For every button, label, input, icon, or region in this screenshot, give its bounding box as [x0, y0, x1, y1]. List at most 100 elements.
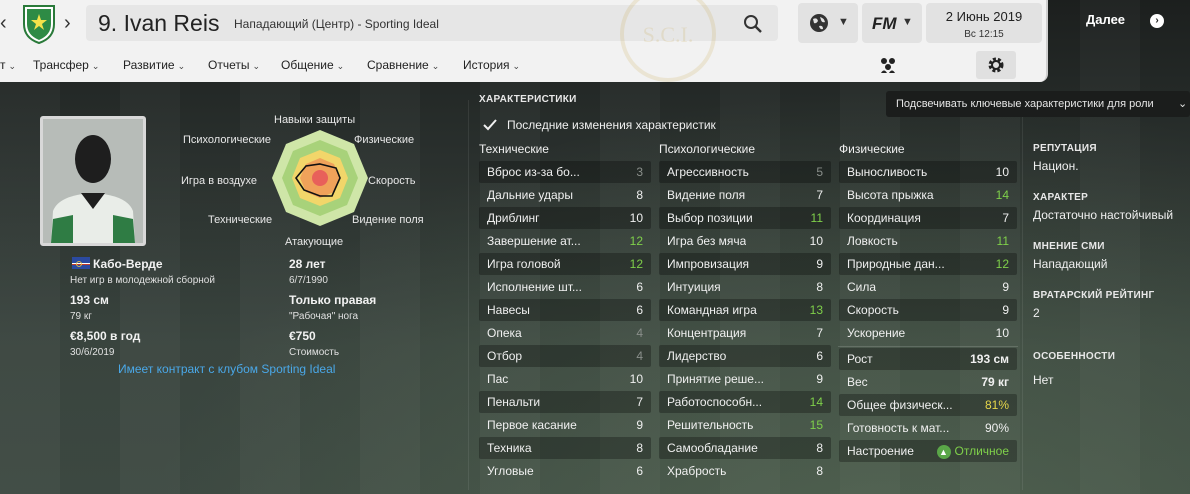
continue-button[interactable]: Далее › — [1086, 12, 1176, 36]
mental-attribute-row[interactable]: Лидерство 6 — [659, 345, 831, 367]
attribute-name: Готовность к мат... — [847, 421, 950, 435]
mental-attribute-row[interactable]: Храбрость 8 — [659, 460, 831, 482]
menu-item-reports[interactable]: Отчеты ⌄ — [208, 58, 260, 72]
physical-attribute-row[interactable]: Природные дан... 12 — [839, 253, 1017, 275]
menu-item-development[interactable]: Развитие ⌄ — [123, 58, 185, 72]
technical-attribute-row[interactable]: Отбор 4 — [479, 345, 651, 367]
attribute-value: 10 — [809, 234, 823, 248]
technical-attribute-row[interactable]: Исполнение шт... 6 — [479, 276, 651, 298]
attribute-value: 12 — [629, 257, 643, 271]
preferred-foot: Только правая — [289, 293, 377, 307]
technical-attribute-row[interactable]: Дриблинг 10 — [479, 207, 651, 229]
nationality[interactable]: Кабо-Верде — [93, 257, 163, 271]
attribute-value: 5 — [816, 165, 823, 179]
club-crest-icon[interactable] — [20, 2, 58, 45]
highlight-role-dropdown[interactable]: Подсвечивать ключевые характеристики для… — [886, 91, 1190, 117]
mental-attribute-row[interactable]: Видение поля 7 — [659, 184, 831, 206]
attribute-value: 8 — [816, 280, 823, 294]
attribute-name: Командная игра — [667, 303, 757, 317]
header-row: ‹ › 9. Ivan Reis Нападающий (Центр) - Sp… — [0, 0, 1048, 82]
physical-attribute-row[interactable]: Сила 9 — [839, 276, 1017, 298]
current-time: Вс 12:15 — [964, 29, 1004, 40]
globe-menu-button[interactable]: ▼ — [798, 3, 858, 43]
technical-attribute-row[interactable]: Завершение ат... 12 — [479, 230, 651, 252]
attribute-name: Пас — [487, 372, 509, 386]
attributes-title: ХАРАКТЕРИСТИКИ — [479, 94, 577, 105]
technical-attribute-row[interactable]: Пенальти 7 — [479, 391, 651, 413]
menu-item-interaction[interactable]: Общение ⌄ — [281, 58, 344, 72]
technical-attribute-row[interactable]: Дальние удары 8 — [479, 184, 651, 206]
mental-attribute-row[interactable]: Работоспособн... 14 — [659, 391, 831, 413]
attribute-value: 7 — [1002, 211, 1009, 225]
features-heading: ОСОБЕННОСТИ — [1033, 351, 1116, 362]
fm-menu-button[interactable]: FM ▼ — [862, 3, 922, 43]
physical-divider — [838, 346, 1018, 347]
attribute-name: Природные дан... — [847, 257, 945, 271]
highlight-role-label: Подсвечивать ключевые характеристики для… — [896, 98, 1154, 110]
attribute-name: Общее физическ... — [847, 398, 953, 412]
squad-view-button[interactable] — [868, 51, 908, 79]
physical-info-row[interactable]: Общее физическ... 81% — [839, 394, 1017, 416]
chevron-down-icon: ⌄ — [431, 61, 440, 71]
technical-attribute-row[interactable]: Навесы 6 — [479, 299, 651, 321]
attribute-name: Опека — [487, 326, 522, 340]
technical-attribute-row[interactable]: Опека 4 — [479, 322, 651, 344]
physical-attribute-row[interactable]: Высота прыжка 14 — [839, 184, 1017, 206]
technical-attribute-row[interactable]: Пас 10 — [479, 368, 651, 390]
mental-attribute-row[interactable]: Концентрация 7 — [659, 322, 831, 344]
mental-attribute-row[interactable]: Командная игра 13 — [659, 299, 831, 321]
attribute-value: 9 — [1002, 303, 1009, 317]
attribute-name: Агрессивность — [667, 165, 749, 179]
date-display[interactable]: 2 Июнь 2019 Вс 12:15 — [926, 3, 1042, 43]
physical-attribute-row[interactable]: Ловкость 11 — [839, 230, 1017, 252]
forward-arrow-icon[interactable]: › — [64, 10, 80, 36]
physical-attribute-row[interactable]: Скорость 9 — [839, 299, 1017, 321]
technical-attribute-row[interactable]: Угловые 6 — [479, 460, 651, 482]
fm-logo: FM — [872, 14, 897, 33]
menu-item-compare[interactable]: Сравнение ⌄ — [367, 58, 439, 72]
attribute-value: 193 см — [970, 352, 1009, 366]
attribute-value: 14 — [809, 395, 823, 409]
settings-button[interactable] — [976, 51, 1016, 79]
attribute-value: 7 — [816, 188, 823, 202]
chevron-down-icon: ⌄ — [336, 61, 345, 71]
technical-attribute-row[interactable]: Игра головой 12 — [479, 253, 651, 275]
technical-attribute-row[interactable]: Вброс из-за бо... 3 — [479, 161, 651, 183]
physical-info-row[interactable]: Готовность к мат... 90% — [839, 417, 1017, 439]
mental-attribute-row[interactable]: Агрессивность 5 — [659, 161, 831, 183]
attribute-name: Угловые — [487, 464, 534, 478]
physical-attribute-row[interactable]: Ускорение 10 — [839, 322, 1017, 344]
recent-changes-label[interactable]: Последние изменения характеристик — [507, 118, 716, 132]
technical-attribute-row[interactable]: Техника 8 — [479, 437, 651, 459]
menu-item-history[interactable]: История ⌄ — [463, 58, 520, 72]
attribute-value: 15 — [809, 418, 823, 432]
technical-attribute-row[interactable]: Первое касание 9 — [479, 414, 651, 436]
mental-attribute-row[interactable]: Решительность 15 — [659, 414, 831, 436]
attribute-value: 90% — [984, 421, 1009, 435]
mental-attribute-row[interactable]: Интуиция 8 — [659, 276, 831, 298]
attribute-name: Ускорение — [847, 326, 906, 340]
attribute-name: Дриблинг — [487, 211, 540, 225]
mental-attribute-row[interactable]: Игра без мяча 10 — [659, 230, 831, 252]
sub-menu-bar: т ⌄ Трансфер ⌄ Развитие ⌄ Отчеты ⌄ Общение ⌄ … — [0, 48, 1048, 82]
mental-attribute-row[interactable]: Принятие реше... 9 — [659, 368, 831, 390]
physical-attribute-row[interactable]: Координация 7 — [839, 207, 1017, 229]
attribute-value: 4 — [636, 326, 643, 340]
physical-attribute-row[interactable]: Выносливость 10 — [839, 161, 1017, 183]
attribute-value: 6 — [636, 303, 643, 317]
attribute-name: Выносливость — [847, 165, 928, 179]
attribute-name: Решительность — [667, 418, 754, 432]
physical-info-row[interactable]: Настроение Отличное ▲ — [839, 440, 1017, 462]
menu-item-transfer[interactable]: Трансфер ⌄ — [33, 58, 99, 72]
back-arrow-icon[interactable]: ‹ — [0, 10, 14, 36]
recent-changes-checkbox[interactable] — [482, 117, 498, 133]
mental-attribute-row[interactable]: Импровизация 9 — [659, 253, 831, 275]
chevron-down-icon: ▼ — [838, 16, 849, 28]
mental-attribute-row[interactable]: Выбор позиции 11 — [659, 207, 831, 229]
contract-link[interactable]: Имеет контракт с клубом Sporting Ideal — [118, 362, 335, 376]
attribute-name: Самообладание — [667, 441, 758, 455]
physical-info-row[interactable]: Вес 79 кг — [839, 371, 1017, 393]
menu-item-overview[interactable]: т ⌄ — [0, 58, 16, 72]
physical-info-row[interactable]: Рост 193 см — [839, 348, 1017, 370]
mental-attribute-row[interactable]: Самообладание 8 — [659, 437, 831, 459]
